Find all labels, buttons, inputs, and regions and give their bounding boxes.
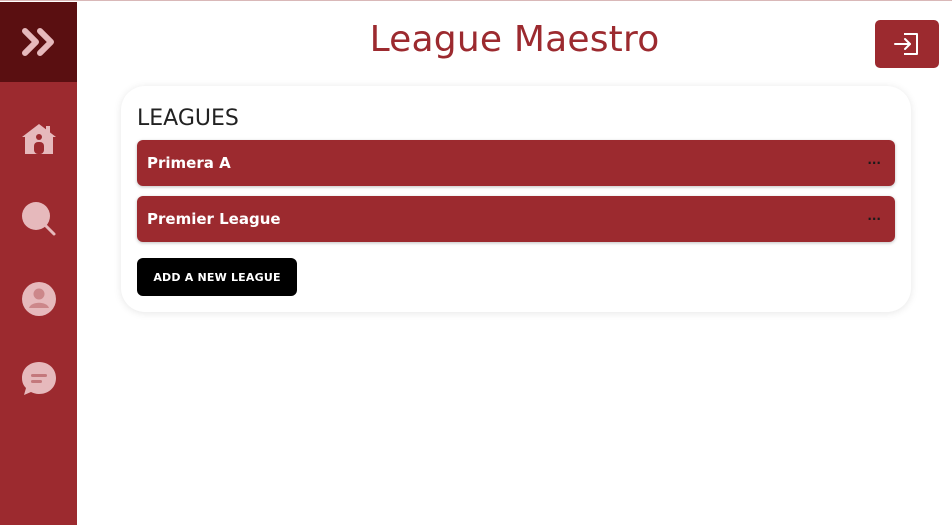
sidebar-item-home[interactable] (0, 109, 77, 169)
more-options-icon[interactable]: ... (867, 153, 881, 167)
home-icon (21, 124, 56, 154)
leagues-card: LEAGUES Primera A ... Premier League ...… (121, 86, 911, 312)
add-league-button[interactable]: ADD A NEW LEAGUE (137, 258, 297, 296)
league-name: Primera A (147, 154, 231, 172)
leagues-heading: LEAGUES (137, 106, 239, 131)
league-item-primera-a[interactable]: Primera A ... (137, 140, 895, 186)
sign-in-button[interactable] (875, 20, 939, 68)
sidebar (0, 2, 77, 525)
league-name: Premier League (147, 210, 281, 228)
league-item-premier-league[interactable]: Premier League ... (137, 196, 895, 242)
more-options-icon[interactable]: ... (867, 209, 881, 223)
sidebar-item-search[interactable] (0, 189, 77, 249)
sidebar-item-profile[interactable] (0, 269, 77, 329)
page-title: League Maestro (369, 19, 660, 60)
search-icon (21, 202, 55, 236)
sidebar-item-chat[interactable] (0, 349, 77, 409)
user-icon (21, 282, 56, 316)
sign-in-icon (894, 33, 918, 55)
chat-icon (21, 362, 56, 395)
